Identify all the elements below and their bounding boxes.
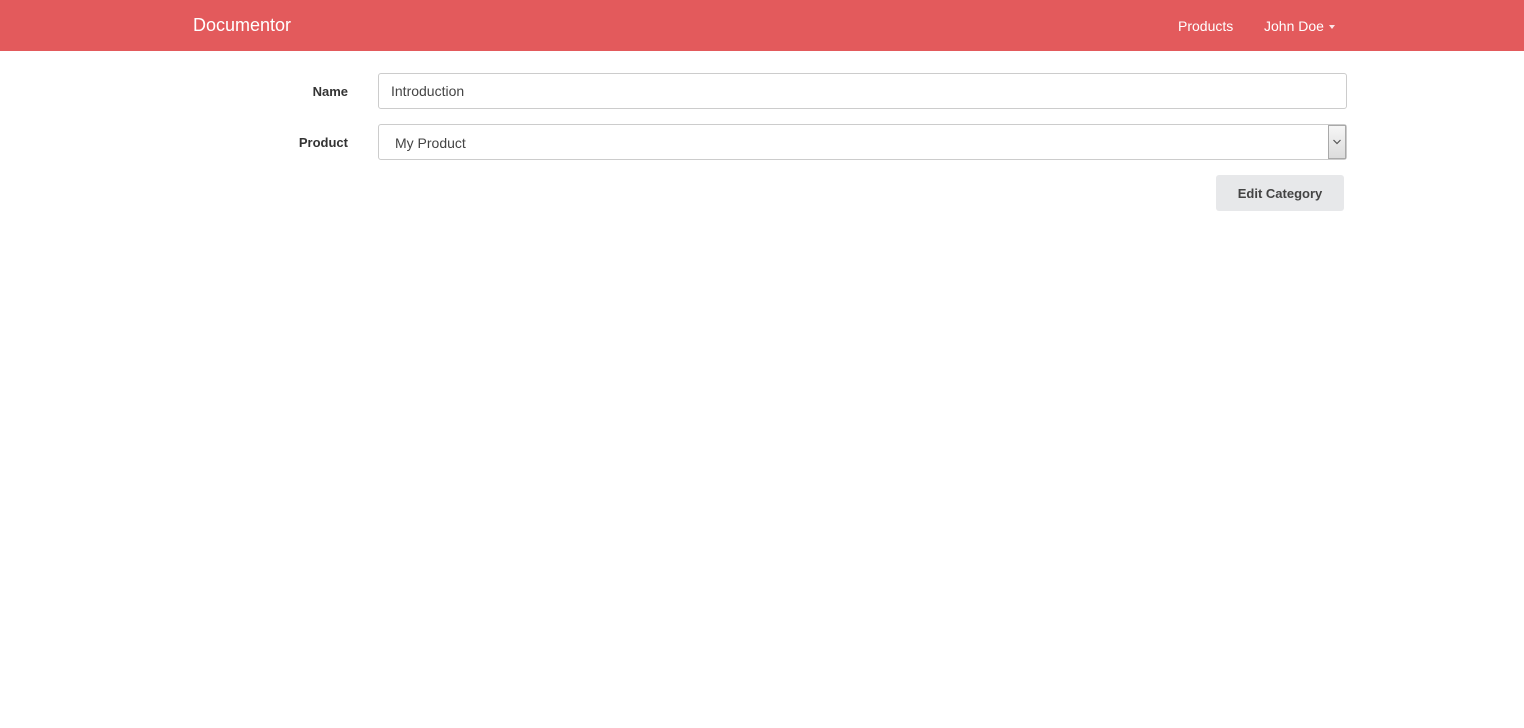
user-menu-toggle[interactable]: John Doe xyxy=(1264,18,1335,34)
name-label: Name xyxy=(312,84,348,99)
navbar: Documentor Products John Doe xyxy=(0,0,1524,51)
chevron-down-icon xyxy=(1333,139,1341,145)
caret-down-icon xyxy=(1328,25,1335,30)
user-name: John Doe xyxy=(1264,18,1324,34)
product-label: Product xyxy=(298,135,348,150)
name-input[interactable] xyxy=(378,73,1347,109)
select-dropdown-button[interactable] xyxy=(1328,125,1346,159)
product-select-value: My Product xyxy=(395,135,466,151)
nav-products-link[interactable]: Products xyxy=(1178,18,1233,34)
brand-link[interactable]: Documentor xyxy=(193,15,291,36)
edit-category-button[interactable]: Edit Category xyxy=(1216,175,1344,211)
product-select[interactable]: My Product xyxy=(378,124,1347,160)
